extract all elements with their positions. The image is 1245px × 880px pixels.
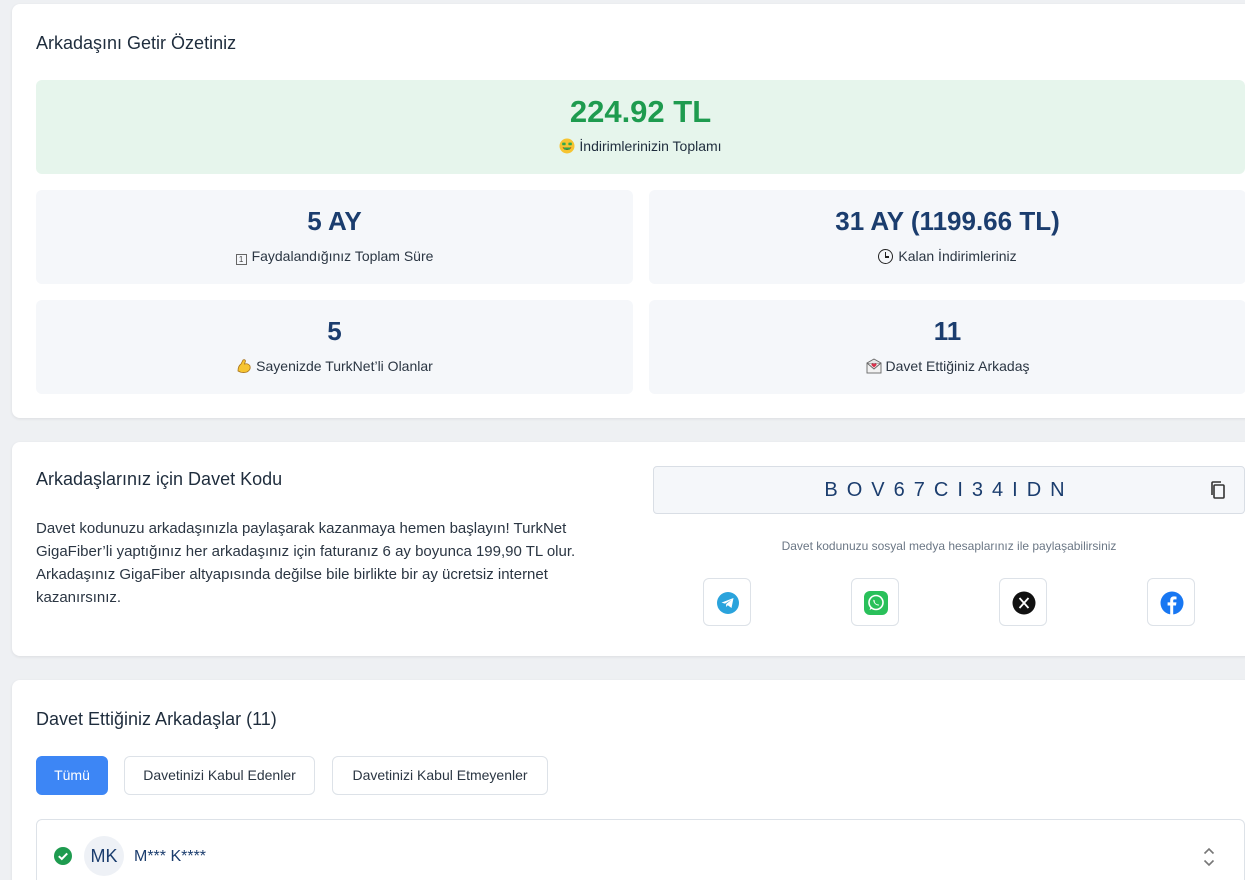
stat-label: Sayenizde TurkNet’li Olanlar: [256, 358, 433, 374]
share-x-button[interactable]: [999, 578, 1047, 626]
chevron-up-down-icon[interactable]: [1202, 846, 1216, 868]
facebook-icon: [1160, 591, 1184, 615]
x-icon: [1012, 591, 1036, 615]
stat-invited-friends: 11 Davet Ettiğiniz Arkadaş: [649, 300, 1245, 394]
summary-title: Arkadaşını Getir Özetiniz: [36, 33, 237, 53]
check-circle-icon: [54, 847, 72, 865]
avatar: MK: [84, 836, 124, 876]
filter-not-accepted-button[interactable]: Davetinizi Kabul Etmeyenler: [332, 756, 548, 795]
clock-icon: [878, 249, 894, 264]
filter-accepted-button[interactable]: Davetinizi Kabul Edenler: [124, 756, 315, 795]
total-discount-box: 224.92 TL İndirimlerinizin Toplamı: [36, 80, 1245, 174]
stat-label-row: Kalan İndirimleriniz: [649, 248, 1245, 264]
invited-friends-card: Davet Ettiğiniz Arkadaşlar (11) Tümü Dav…: [12, 680, 1245, 880]
friend-row[interactable]: MK M*** K****: [36, 819, 1245, 880]
invite-title: Arkadaşlarınız için Davet Kodu: [36, 469, 283, 489]
stat-label: Faydalandığınız Toplam Süre: [251, 248, 434, 264]
share-whatsapp-button[interactable]: [851, 578, 899, 626]
flexed-arm-icon: [237, 359, 251, 373]
invite-code-card: Arkadaşlarınız için Davet Kodu Davet kod…: [12, 442, 1245, 656]
friend-name: M*** K****: [134, 848, 207, 865]
stat-value: 5 AY: [307, 206, 362, 236]
invite-code[interactable]: BOV67CI34IDN: [654, 479, 1244, 502]
share-facebook-button[interactable]: [1147, 578, 1195, 626]
money-face-icon: [559, 138, 575, 154]
invite-code-box: BOV67CI34IDN: [653, 466, 1245, 514]
whatsapp-icon: [864, 591, 888, 615]
stat-label-row: 1 Faydalandığınız Toplam Süre: [36, 248, 633, 265]
filter-all-button[interactable]: Tümü: [36, 756, 108, 795]
telegram-icon: [717, 592, 739, 614]
stat-label-row: Davet Ettiğiniz Arkadaş: [649, 358, 1245, 374]
share-telegram-button[interactable]: [703, 578, 751, 626]
summary-card: Arkadaşını Getir Özetiniz 224.92 TL İndi…: [12, 4, 1245, 418]
stat-label-row: Sayenizde TurkNet’li Olanlar: [36, 358, 633, 374]
stat-label: Kalan İndirimleriniz: [898, 248, 1017, 264]
share-hint: Davet kodunuzu sosyal medya hesaplarınız…: [781, 539, 1117, 553]
friends-title: Davet Ettiğiniz Arkadaşlar (11): [36, 709, 277, 729]
total-discount-amount: 224.92 TL: [569, 94, 712, 129]
envelope-heart-icon: [866, 358, 881, 374]
calendar-icon: 1: [235, 254, 247, 265]
invite-description: Davet kodunuzu arkadaşınızla paylaşarak …: [36, 520, 576, 606]
stat-joined-friends: 5 Sayenizde TurkNet’li Olanlar: [36, 300, 633, 394]
stat-value: 11: [933, 316, 962, 346]
stat-total-duration: 5 AY 1 Faydalandığınız Toplam Süre: [36, 190, 633, 284]
stat-value: 5: [327, 316, 342, 346]
total-discount-label-row: İndirimlerinizin Toplamı: [36, 138, 1245, 154]
stat-remaining-discounts: 31 AY (1199.66 TL) Kalan İndirimleriniz: [649, 190, 1245, 284]
stat-label: Davet Ettiğiniz Arkadaş: [885, 358, 1030, 374]
total-discount-label: İndirimlerinizin Toplamı: [579, 138, 722, 154]
copy-icon[interactable]: [1208, 480, 1228, 500]
stat-value: 31 AY (1199.66 TL): [835, 206, 1060, 236]
